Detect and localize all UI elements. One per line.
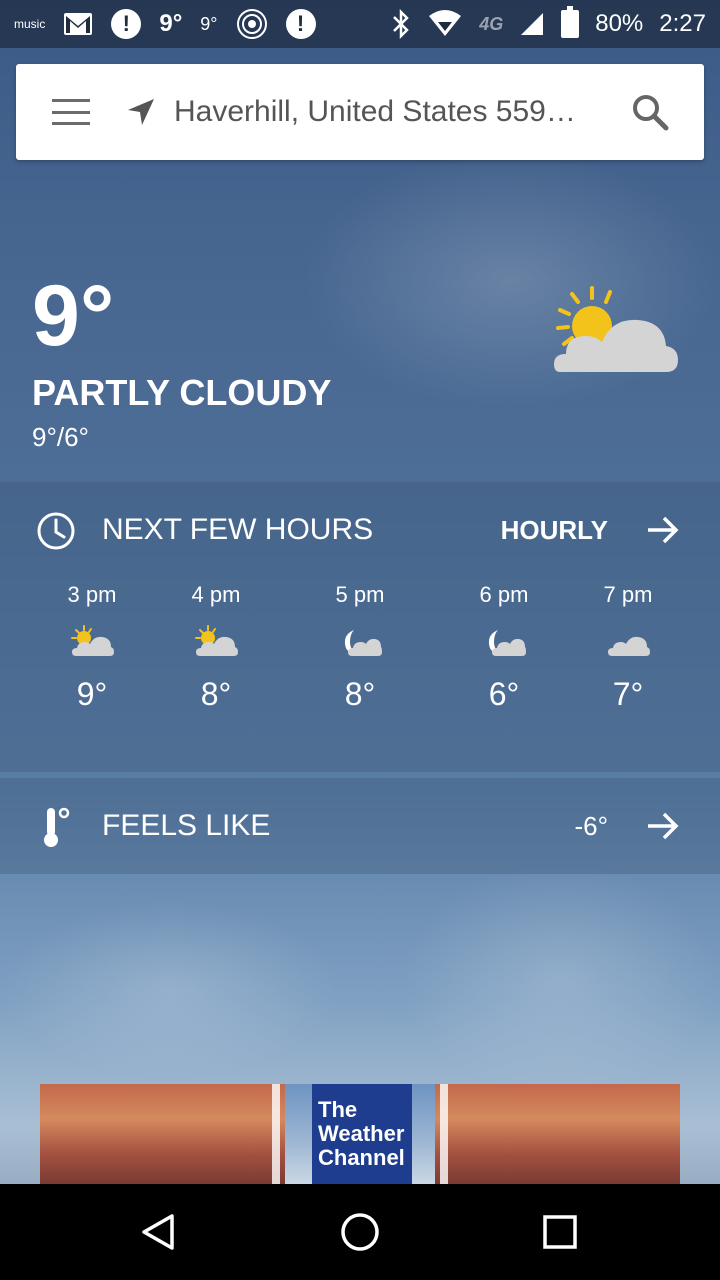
- battery-percent: 80%: [595, 10, 644, 37]
- alert-icon: !: [285, 9, 316, 39]
- hour-forecast: 4 pm 8°: [161, 582, 271, 713]
- hamburger-menu-icon[interactable]: [52, 99, 90, 125]
- recent-apps-icon[interactable]: [536, 1208, 584, 1256]
- hour-temperature: 6°: [488, 676, 520, 712]
- status-bar: music ! 9° 9° ! 4G 80% 2:27: [0, 0, 720, 48]
- signal-icon: [521, 13, 544, 35]
- hour-time: 7 pm: [603, 582, 653, 607]
- feels-like-title: FEELS LIKE: [102, 809, 271, 842]
- partly-cloudy-day-icon: [71, 625, 114, 656]
- current-temperature: 9°: [32, 268, 115, 364]
- next-hours-header[interactable]: NEXT FEW HOURS HOURLY: [0, 482, 720, 578]
- hour-forecast: 5 pm 8°: [305, 582, 415, 713]
- wifi-icon: [429, 10, 462, 36]
- location-search-bar: Haverhill, United States 559…: [16, 64, 704, 160]
- arrow-right-icon[interactable]: [646, 515, 680, 545]
- logo-line: The: [318, 1097, 358, 1122]
- gmail-icon: [64, 13, 93, 35]
- hour-temperature: 8°: [200, 676, 232, 712]
- partly-cloudy-day-icon: [195, 625, 238, 656]
- clock-icon: [37, 512, 75, 550]
- weather-channel-logo: The Weather Channel: [312, 1084, 412, 1184]
- cloudy-icon: [608, 636, 650, 656]
- hourly-link[interactable]: HOURLY: [501, 515, 608, 546]
- hour-forecast: 6 pm 6°: [449, 582, 559, 713]
- ad-divider: [272, 1084, 280, 1184]
- feels-like-value: -6°: [574, 810, 608, 841]
- logo-line: Channel: [318, 1145, 405, 1170]
- music-notification-icon: music: [14, 17, 46, 31]
- hour-forecast: 3 pm 9°: [37, 582, 147, 713]
- home-icon[interactable]: [336, 1208, 384, 1256]
- condition-text: PARTLY CLOUDY: [32, 372, 332, 413]
- back-icon[interactable]: [136, 1208, 184, 1256]
- hour-time: 6 pm: [479, 582, 529, 607]
- ad-divider: [440, 1084, 448, 1184]
- hour-time: 4 pm: [191, 582, 241, 607]
- next-hours-title: NEXT FEW HOURS: [102, 513, 374, 546]
- thermometer-icon: [44, 807, 70, 847]
- feels-like-panel[interactable]: FEELS LIKE -6°: [0, 778, 720, 874]
- hour-time: 5 pm: [335, 582, 385, 607]
- feels-like-header: FEELS LIKE -6°: [0, 778, 720, 874]
- high-low-temperature: 9°/6°: [32, 422, 89, 452]
- partly-cloudy-day-icon: [554, 286, 678, 372]
- bluetooth-icon: [393, 9, 409, 39]
- battery-icon: [561, 6, 580, 38]
- location-label[interactable]: Haverhill, United States 559…: [174, 95, 594, 129]
- hour-temperature: 7°: [612, 676, 644, 712]
- arrow-right-icon[interactable]: [646, 811, 680, 841]
- navigation-bar: [0, 1184, 720, 1280]
- hour-forecast: 7 pm 7°: [573, 582, 683, 713]
- partly-cloudy-night-icon: [344, 630, 382, 656]
- temp-notification-large: 9°: [159, 10, 183, 37]
- ad-image-right: [435, 1084, 680, 1184]
- hour-time: 3 pm: [67, 582, 117, 607]
- temp-notification-small: 9°: [200, 13, 218, 34]
- sky-highlight: [0, 900, 340, 1080]
- hour-temperature: 8°: [344, 676, 376, 712]
- search-icon[interactable]: [630, 92, 670, 132]
- partly-cloudy-night-icon: [488, 630, 526, 656]
- hour-temperature: 9°: [76, 676, 108, 712]
- sky-highlight: [400, 860, 720, 1100]
- clock-time: 2:27: [659, 10, 706, 37]
- logo-line: Weather: [318, 1121, 405, 1146]
- location-arrow-icon[interactable]: [126, 97, 156, 127]
- ad-image-left: [40, 1084, 285, 1184]
- alert-icon: !: [111, 9, 142, 39]
- next-hours-panel: NEXT FEW HOURS HOURLY 3 pm 9° 4 pm 8° 5 …: [0, 482, 720, 772]
- network-type-label: 4G: [479, 13, 504, 34]
- ad-banner[interactable]: The Weather Channel: [40, 1084, 680, 1184]
- radar-icon: [236, 9, 267, 39]
